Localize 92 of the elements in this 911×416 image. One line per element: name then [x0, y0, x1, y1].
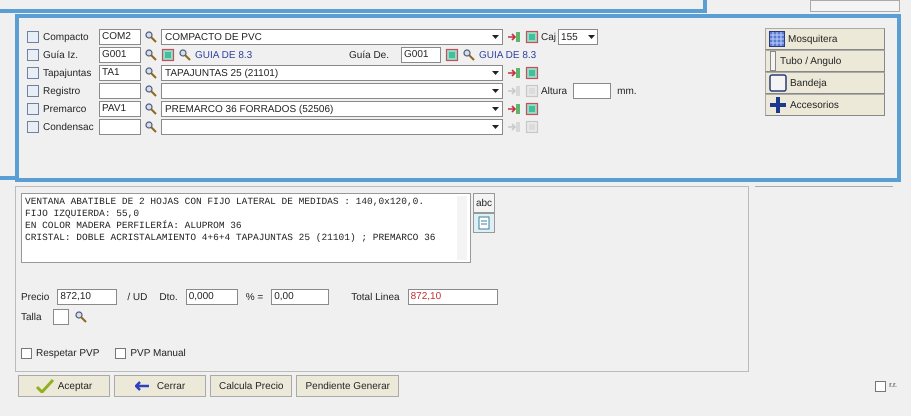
search-icon[interactable] — [145, 31, 157, 43]
profile-label: Registro — [43, 84, 82, 98]
profile-icon — [27, 31, 39, 43]
altura-label: Altura — [541, 84, 568, 98]
caret-icon — [588, 35, 596, 39]
frame-icon[interactable] — [445, 48, 459, 62]
checkbox[interactable] — [21, 348, 32, 359]
search-icon[interactable] — [145, 85, 157, 97]
caret-icon — [492, 71, 499, 75]
profile-icon — [27, 67, 39, 79]
discount-label: Dto. — [159, 290, 178, 304]
talla-field[interactable] — [53, 309, 69, 325]
caret-icon — [492, 89, 499, 93]
description-line: FIJO IZQUIERDA: 55,0 — [25, 208, 140, 220]
profile-icon — [27, 85, 39, 97]
side-button[interactable]: Mosquitera — [765, 28, 885, 50]
grid-icon — [769, 31, 785, 47]
frame-icon[interactable] — [525, 30, 539, 44]
profile-label: Guía De. — [349, 48, 390, 62]
frame-icon[interactable] — [525, 66, 539, 80]
profile-icon — [27, 121, 39, 133]
action-button[interactable]: Cerrar — [114, 375, 206, 397]
code-field[interactable] — [99, 119, 141, 135]
side-button[interactable]: Tubo / Angulo — [765, 50, 885, 72]
price-field[interactable]: 872,10 — [57, 289, 118, 305]
code-field[interactable] — [99, 83, 141, 99]
checkmark-icon — [36, 379, 54, 393]
profile-label: Tapajuntas — [43, 66, 92, 80]
code-field[interactable]: PAV1 — [99, 101, 141, 117]
frame-icon[interactable] — [525, 102, 539, 116]
tray-icon — [769, 74, 787, 92]
plus-icon — [769, 96, 787, 114]
code-field[interactable]: COM2 — [99, 29, 141, 45]
total-label: Total Linea — [351, 290, 400, 304]
caret-icon — [492, 125, 499, 129]
search-icon[interactable] — [145, 103, 157, 115]
checkbox-label: Respetar PVP — [36, 347, 100, 361]
search-icon[interactable] — [145, 121, 157, 133]
talla-label: Talla — [21, 310, 43, 324]
code-field[interactable]: G001 — [99, 47, 141, 63]
checkbox[interactable] — [115, 348, 126, 359]
altura-field[interactable] — [573, 83, 612, 99]
action-button[interactable]: Pendiente Generar — [296, 375, 399, 397]
search-icon[interactable] — [145, 49, 157, 61]
insert-icon[interactable] — [507, 30, 521, 44]
description-line: CRISTAL: DOBLE ACRISTALAMIENTO 4+6+4 TAPAJUNTAS 25 (21101) ; PREMARCO 36 — [25, 232, 436, 244]
document-button[interactable] — [473, 213, 495, 233]
profile-combo[interactable]: PREMARCO 36 FORRADOS (52506) — [161, 101, 503, 117]
profile-combo[interactable]: COMPACTO DE PVC — [161, 29, 503, 45]
description-line: EN COLOR MADERA PERFILERÍA: ALUPROM 36 — [25, 220, 243, 232]
side-button[interactable]: Bandeja — [765, 72, 885, 94]
search-icon[interactable] — [463, 49, 475, 61]
profile-combo[interactable]: TAPAJUNTAS 25 (21101) — [161, 65, 503, 81]
caj-label: Caj — [541, 30, 556, 44]
price-label: Precio — [21, 290, 50, 304]
checkbox-label: PVP Manual — [130, 347, 186, 361]
description-line: VENTANA ABATIBLE DE 2 HOJAS CON FIJO LATERAL DE MEDIDAS : 140,0x120,0. — [25, 196, 426, 208]
caj-combo[interactable]: 155 — [558, 29, 598, 45]
unit-label: / UD — [127, 290, 148, 304]
profile-combo[interactable] — [161, 119, 503, 135]
insert-icon[interactable] — [507, 66, 521, 80]
document-icon — [478, 216, 490, 230]
search-icon[interactable] — [75, 311, 87, 323]
unit-label: mm. — [617, 84, 637, 98]
side-button[interactable]: Accesorios — [765, 94, 885, 116]
frame-icon[interactable] — [161, 48, 175, 62]
profile-label: Premarco — [43, 102, 88, 116]
caret-icon — [492, 35, 499, 39]
insert-icon[interactable] — [507, 102, 521, 116]
percent-field[interactable]: 0,00 — [271, 289, 330, 305]
code-field[interactable]: G001 — [401, 47, 441, 63]
code-field[interactable]: TA1 — [99, 65, 141, 81]
spellcheck-button[interactable]: abc — [473, 193, 495, 213]
description-textarea[interactable] — [21, 193, 471, 263]
profile-label: Guía Iz. — [43, 48, 80, 62]
action-button[interactable]: Aceptar — [18, 375, 110, 397]
total-field[interactable]: 872,10 — [408, 289, 498, 305]
profile-combo[interactable] — [161, 83, 503, 99]
discount-field[interactable]: 0,000 — [186, 289, 238, 305]
profile-label: Compacto — [43, 30, 90, 44]
search-icon[interactable] — [145, 67, 157, 79]
profile-icon — [27, 103, 39, 115]
percent-label: % = — [246, 290, 264, 304]
caret-icon — [492, 107, 499, 111]
guide-description: GUIA DE 8.3 — [195, 48, 254, 62]
profile-icon — [27, 49, 39, 61]
guide-description: GUIA DE 8.3 — [479, 48, 536, 62]
action-button[interactable]: Calcula Precio — [210, 375, 292, 397]
checkbox[interactable] — [875, 380, 886, 392]
search-icon[interactable] — [179, 49, 191, 61]
tube-icon — [769, 51, 777, 71]
profile-label: Condensac — [43, 120, 95, 134]
